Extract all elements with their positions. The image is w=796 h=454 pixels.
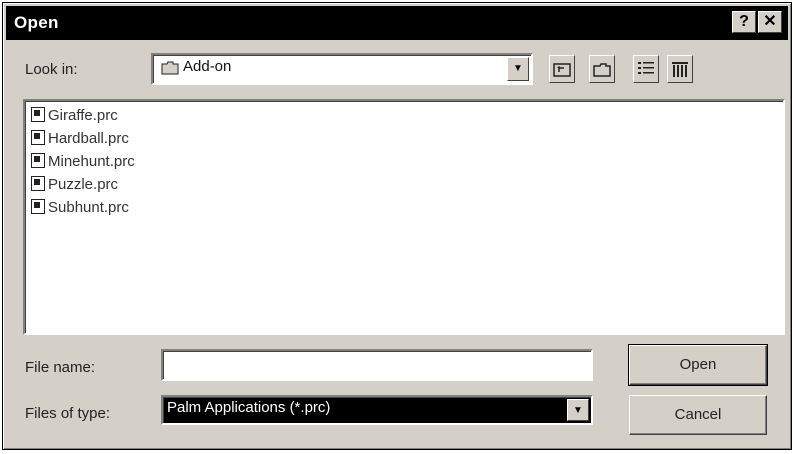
list-item[interactable]: Hardball.prc xyxy=(31,130,129,152)
file-name: Subhunt.prc xyxy=(48,199,129,216)
files-of-type-select[interactable]: Palm Applications (*.prc) ▼ xyxy=(161,395,593,425)
look-in-combobox[interactable]: Add-on ▼ xyxy=(151,53,533,85)
details-view-button[interactable] xyxy=(667,55,693,83)
prc-file-icon xyxy=(31,130,45,145)
list-item[interactable]: Subhunt.prc xyxy=(31,199,129,221)
list-item[interactable]: Giraffe.prc xyxy=(31,107,118,129)
help-button[interactable]: ? xyxy=(732,11,756,33)
list-view-button[interactable] xyxy=(633,55,659,83)
open-dialog: Open ? ✕ Look in: Add-on ▼ Giraffe.prc H… xyxy=(2,2,792,450)
file-name-field[interactable] xyxy=(161,349,593,381)
list-item[interactable]: Minehunt.prc xyxy=(31,153,135,175)
cancel-button[interactable]: Cancel xyxy=(629,395,767,435)
look-in-dropdown-arrow[interactable]: ▼ xyxy=(507,57,529,81)
file-name-label: File name: xyxy=(25,359,96,376)
up-one-level-button[interactable] xyxy=(549,55,575,83)
file-name: Hardball.prc xyxy=(48,130,129,147)
prc-file-icon xyxy=(31,176,45,191)
file-name: Giraffe.prc xyxy=(48,107,118,124)
files-of-type-dropdown-arrow[interactable]: ▼ xyxy=(567,399,589,421)
prc-file-icon xyxy=(31,107,45,122)
files-of-type-label: Files of type: xyxy=(25,405,111,422)
up-one-level-icon xyxy=(553,63,571,77)
details-view-icon xyxy=(672,62,688,77)
title-bar: Open ? ✕ xyxy=(6,6,788,40)
file-name: Minehunt.prc xyxy=(48,153,135,170)
dialog-title: Open xyxy=(14,13,59,32)
files-of-type-value: Palm Applications (*.prc) xyxy=(167,399,331,416)
create-new-folder-icon xyxy=(593,63,611,77)
create-new-folder-button[interactable] xyxy=(589,55,615,83)
folder-icon xyxy=(161,61,179,75)
list-item[interactable]: Puzzle.prc xyxy=(31,176,118,198)
prc-file-icon xyxy=(31,199,45,214)
list-view-icon xyxy=(638,62,654,74)
look-in-value: Add-on xyxy=(183,58,232,75)
prc-file-icon xyxy=(31,153,45,168)
close-button[interactable]: ✕ xyxy=(758,11,782,33)
look-in-label: Look in: xyxy=(25,61,78,78)
file-list[interactable]: Giraffe.prc Hardball.prc Minehunt.prc Pu… xyxy=(23,99,785,335)
open-button[interactable]: Open xyxy=(628,344,768,386)
file-name: Puzzle.prc xyxy=(48,176,119,193)
